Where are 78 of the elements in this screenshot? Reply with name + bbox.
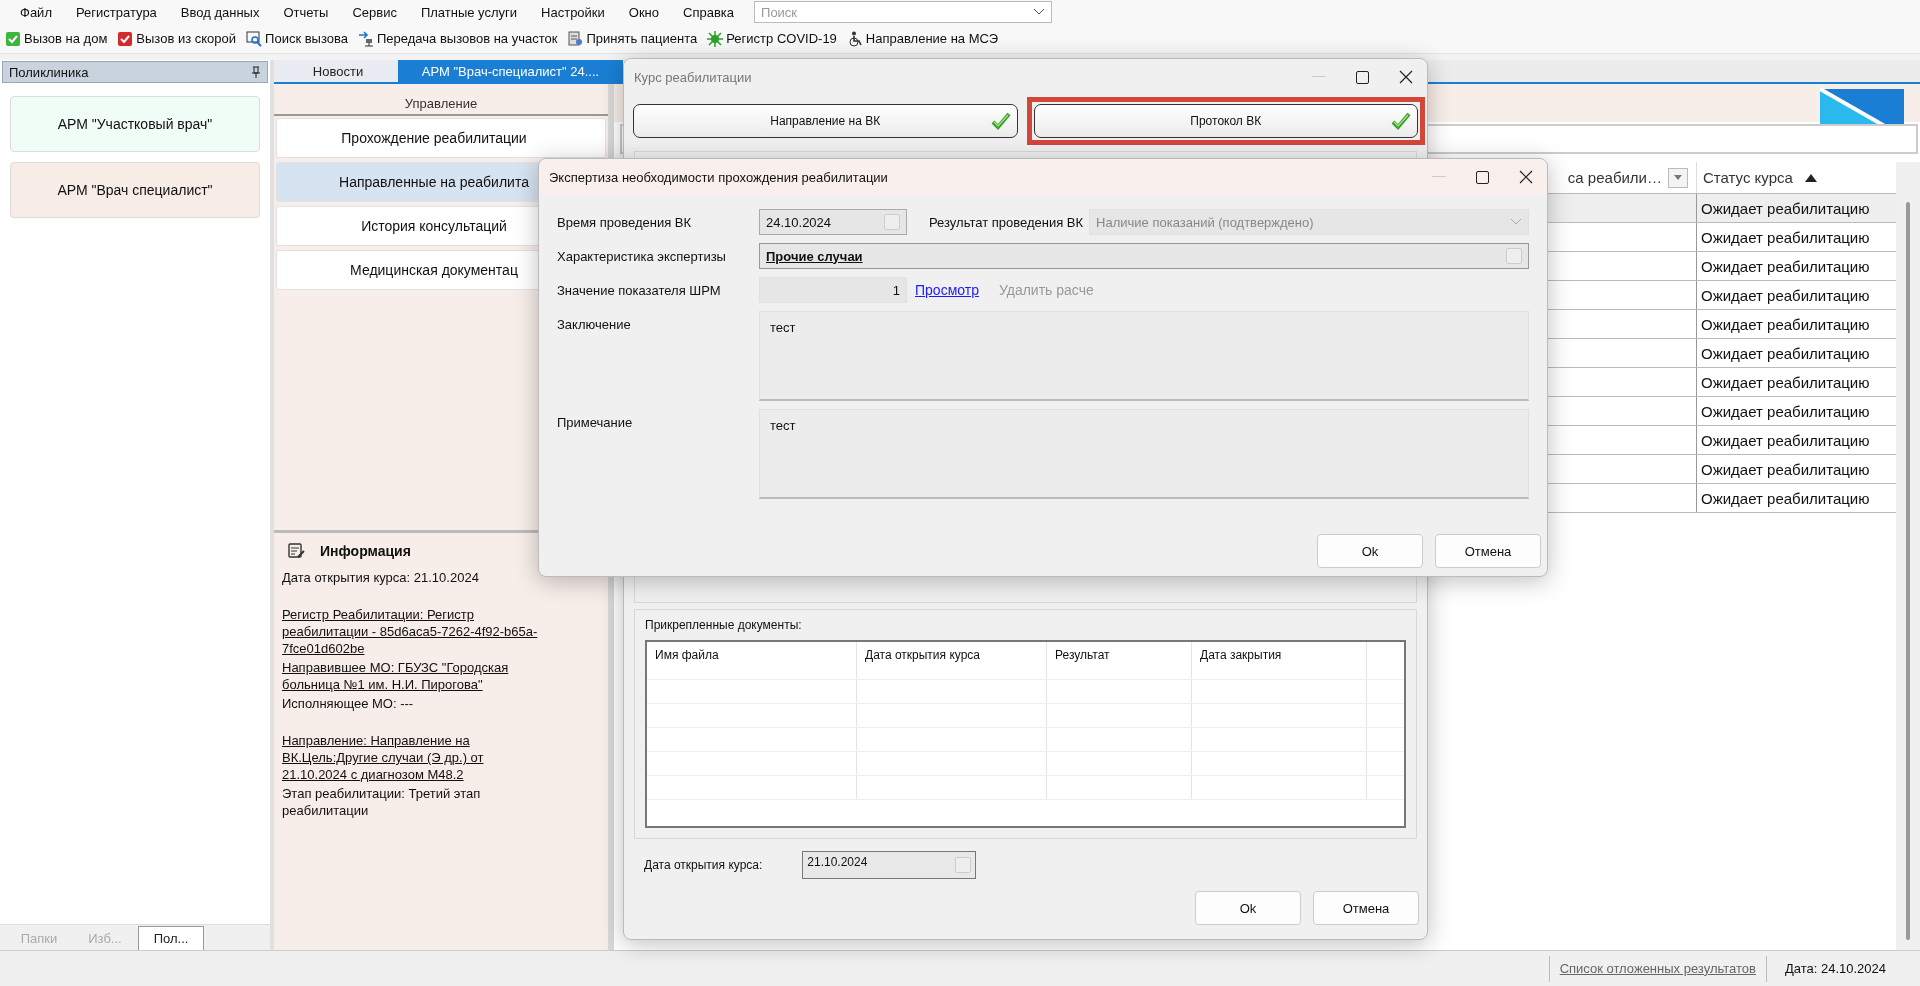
dialog-button[interactable]: Отмена: [1435, 534, 1541, 568]
menu-item[interactable]: Регистратура: [63, 4, 169, 20]
info-title: Информация: [320, 543, 411, 559]
menu-item[interactable]: Платные услуги: [408, 4, 530, 20]
chevron-down-icon: [1510, 218, 1522, 226]
info-link[interactable]: Направление: Направление на ВК.Цель:Другие случаи (Э др.) от 21.10.2024 с диагнозом M48.2: [282, 732, 538, 783]
view-link[interactable]: Просмотр: [915, 282, 979, 298]
column-header[interactable]: Дата открытия курса: [857, 642, 1047, 679]
toolbar-button[interactable]: Регистр COVID-19: [704, 28, 840, 49]
caret-down-icon: [1674, 175, 1682, 180]
characteristic-field[interactable]: Прочие случаи: [759, 243, 1529, 269]
pin-icon[interactable]: [251, 66, 261, 78]
window-title: Курс реабилитации: [634, 69, 752, 85]
menu-item[interactable]: Ввод данных: [168, 4, 272, 20]
chevron-down-icon: [1033, 8, 1046, 16]
column-header[interactable]: Имя файла: [647, 642, 857, 679]
check-square-icon: [5, 30, 21, 47]
wheelchair-icon: [846, 30, 863, 47]
virus-icon: [707, 30, 724, 47]
toolbar-button[interactable]: Вызов из скорой: [114, 28, 240, 49]
field-label: Примечание: [557, 414, 634, 430]
document-tab[interactable]: АРМ "Врач-специалист" 24....: [398, 60, 623, 82]
column-header[interactable]: са реабили…: [1567, 169, 1662, 186]
dialog-button[interactable]: Ok: [1317, 534, 1423, 568]
search-icon: [246, 30, 263, 47]
info-text: Дата открытия курса: 21.10.2024: [282, 569, 480, 586]
column-header[interactable]: Результат: [1047, 642, 1192, 679]
menu-item[interactable]: Сервис: [340, 4, 409, 20]
menu-item[interactable]: Справка: [671, 4, 747, 20]
workplace-button[interactable]: АРМ "Врач специалист": [10, 162, 260, 218]
document-tab[interactable]: Новости: [278, 60, 398, 82]
field-label: Заключение: [557, 316, 632, 332]
dialog-button[interactable]: Отмена: [1313, 891, 1419, 925]
panel-tab[interactable]: Пол...: [138, 926, 204, 950]
info-link[interactable]: Регистр Реабилитации: Регистр реабилитации - 85d6aca5-7262-4f92-b65a-7fce01d602be: [282, 606, 538, 657]
check-square-icon: [117, 30, 134, 47]
notepad-icon: [288, 543, 306, 559]
step-button[interactable]: Направление на ВК: [633, 104, 1018, 138]
column-header[interactable]: Статус курса: [1703, 169, 1793, 186]
field-label: Дата открытия курса:: [644, 858, 763, 872]
maximize-icon[interactable]: [1476, 170, 1489, 184]
date-field[interactable]: 21.10.2024: [802, 851, 977, 879]
deferred-results-link[interactable]: Список отложенных результатов: [1548, 955, 1767, 982]
nav-item[interactable]: Прохождение реабилитации: [276, 118, 606, 158]
toolbar-button[interactable]: Вызов на дом: [2, 28, 111, 49]
checkmark-icon: [990, 112, 1011, 130]
step-button[interactable]: Протокол ВК: [1033, 104, 1418, 138]
filter-button[interactable]: [1668, 167, 1688, 188]
status-date: Дата: 24.10.2024: [1783, 959, 1887, 978]
checkmark-icon: [1391, 112, 1411, 130]
info-text: Исполняющее МО: ---: [282, 695, 415, 712]
toolbar-button[interactable]: Направление на МСЭ: [843, 28, 1002, 49]
menu-item[interactable]: Отчеты: [271, 4, 341, 20]
menu-item[interactable]: Настройки: [529, 4, 617, 20]
section-header: Управление: [274, 92, 608, 116]
shrm-field[interactable]: 1: [759, 277, 907, 303]
scrollbar[interactable]: [1906, 202, 1910, 940]
column-header[interactable]: Дата закрытия: [1192, 642, 1367, 679]
menu-item[interactable]: Файл: [8, 4, 64, 20]
conclusion-field[interactable]: тест: [759, 311, 1529, 401]
toolbar-button[interactable]: Передача вызовов на участок: [355, 28, 561, 49]
note-field[interactable]: тест: [759, 409, 1529, 499]
network-icon: [358, 30, 374, 47]
document-icon: [567, 30, 584, 47]
workplace-button[interactable]: АРМ "Участковый врач": [10, 96, 260, 152]
panel-title: Поликлиника: [9, 64, 89, 80]
close-icon[interactable]: [1519, 170, 1533, 184]
toolbar-button[interactable]: Поиск вызова: [243, 28, 351, 49]
menu-item[interactable]: Окно: [616, 4, 672, 20]
field-label: Результат проведения ВК: [929, 214, 1084, 230]
info-text: Этап реабилитации: Третий этап реабилитации: [282, 785, 482, 819]
info-link[interactable]: Направившее МО: ГБУЗС "Городская больница №1 им. Н.И. Пирогова": [282, 659, 538, 693]
maximize-icon[interactable]: [1356, 70, 1369, 84]
group-title: Прикрепленные документы:: [645, 618, 803, 632]
close-icon[interactable]: [1399, 70, 1413, 84]
date-field[interactable]: 24.10.2024: [759, 209, 907, 235]
dialog-button[interactable]: Ok: [1195, 891, 1301, 925]
toolbar-button[interactable]: Принять пациента: [564, 28, 701, 49]
